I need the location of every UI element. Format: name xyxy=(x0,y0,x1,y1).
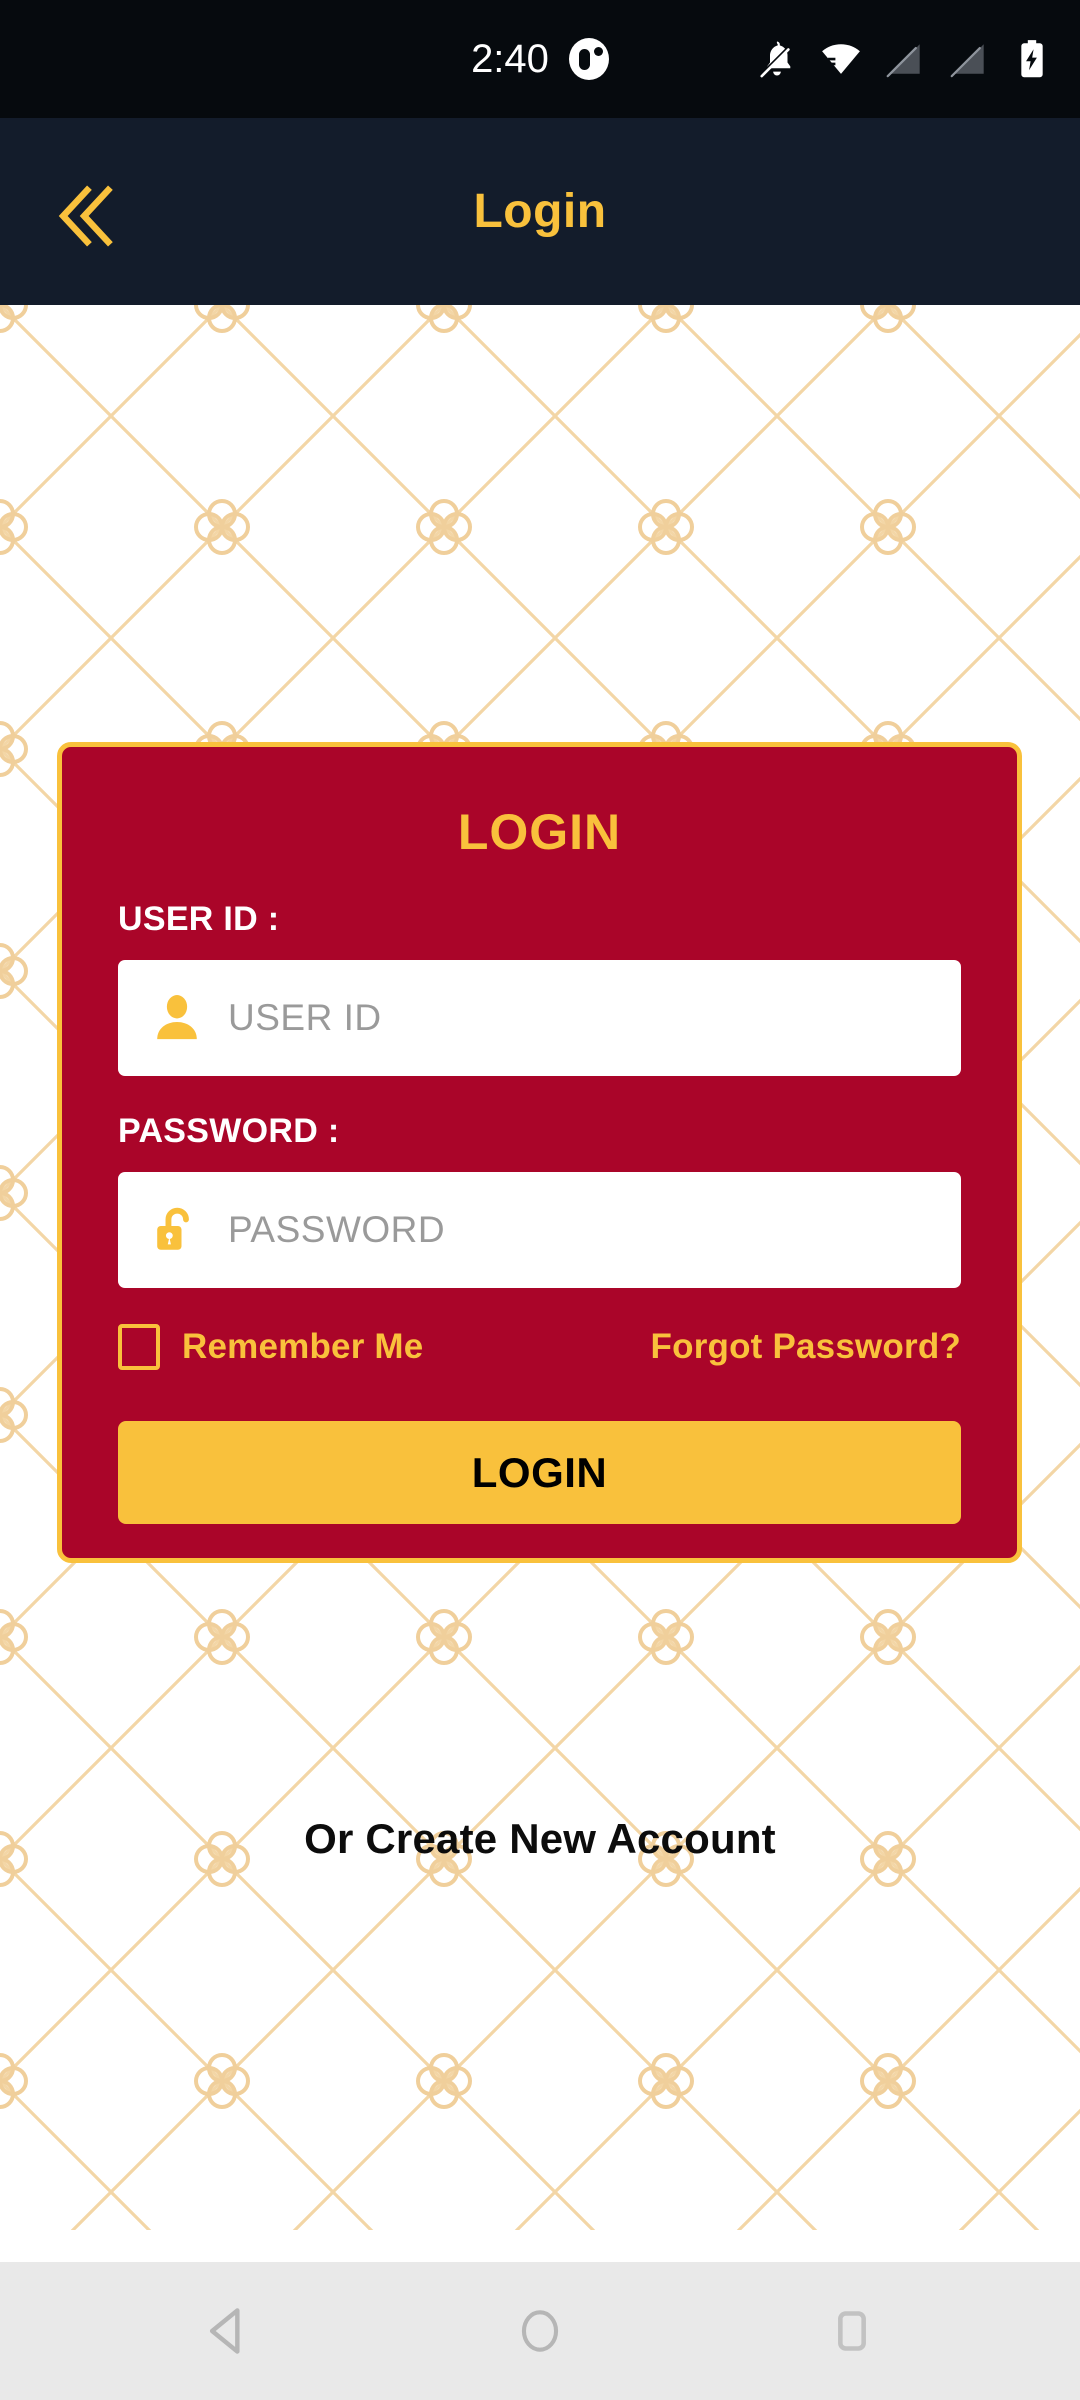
remember-me-checkbox[interactable] xyxy=(118,1324,160,1370)
page-title: Login xyxy=(473,185,607,238)
nav-recents-button[interactable] xyxy=(792,2271,912,2391)
password-field-block: PASSWORD : PASSWORD xyxy=(62,1112,1017,1288)
status-bar-icons xyxy=(756,0,1052,118)
userid-placeholder: USER ID xyxy=(228,997,382,1038)
bell-off-icon xyxy=(760,41,791,78)
remember-me-checkbox-row[interactable]: Remember Me xyxy=(118,1324,423,1370)
wifi-icon xyxy=(822,44,860,74)
options-row: Remember Me Forgot Password? xyxy=(62,1324,1017,1370)
forgot-password-link[interactable]: Forgot Password? xyxy=(651,1327,961,1367)
unlock-icon xyxy=(146,1199,208,1261)
password-input[interactable]: PASSWORD xyxy=(118,1172,961,1288)
nav-home-button[interactable] xyxy=(480,2271,600,2391)
userid-input[interactable]: USER ID xyxy=(118,960,961,1076)
remember-me-label: Remember Me xyxy=(182,1327,424,1366)
battery-charging-icon xyxy=(1021,40,1043,78)
page-content: LOGIN USER ID : USER ID PASSWORD : PASSW… xyxy=(0,305,1080,2230)
login-screen: 2:40 Login LOGIN USER ID: USER ID PASSW… xyxy=(0,0,1080,2400)
app-bar: Login xyxy=(0,118,1080,305)
user-icon xyxy=(146,987,208,1049)
circle-home-icon xyxy=(521,2310,559,2352)
login-card-title: LOGIN xyxy=(457,804,622,860)
status-bar: 2:40 xyxy=(0,0,1080,118)
notification-dot-icon xyxy=(568,38,609,80)
status-bar-clock: 2:40 xyxy=(471,37,549,81)
password-placeholder: PASSWORD xyxy=(228,1209,446,1250)
create-new-account-link[interactable]: Or Create New Account xyxy=(0,1815,1080,1863)
nav-back-button[interactable] xyxy=(168,2271,288,2391)
square-recents-icon xyxy=(838,2311,866,2351)
triangle-back-icon xyxy=(209,2308,240,2354)
no-sim-1-icon xyxy=(886,44,920,78)
no-sim-2-icon xyxy=(950,44,984,78)
android-navigation-bar xyxy=(0,2262,1080,2400)
password-label: PASSWORD : xyxy=(118,1112,340,1150)
login-submit-button[interactable]: LOGIN xyxy=(118,1421,961,1524)
userid-label: USER ID : xyxy=(118,900,280,938)
login-card: LOGIN USER ID : USER ID PASSWORD : PASSW… xyxy=(57,742,1022,1563)
userid-field-block: USER ID : USER ID xyxy=(62,900,1017,1076)
